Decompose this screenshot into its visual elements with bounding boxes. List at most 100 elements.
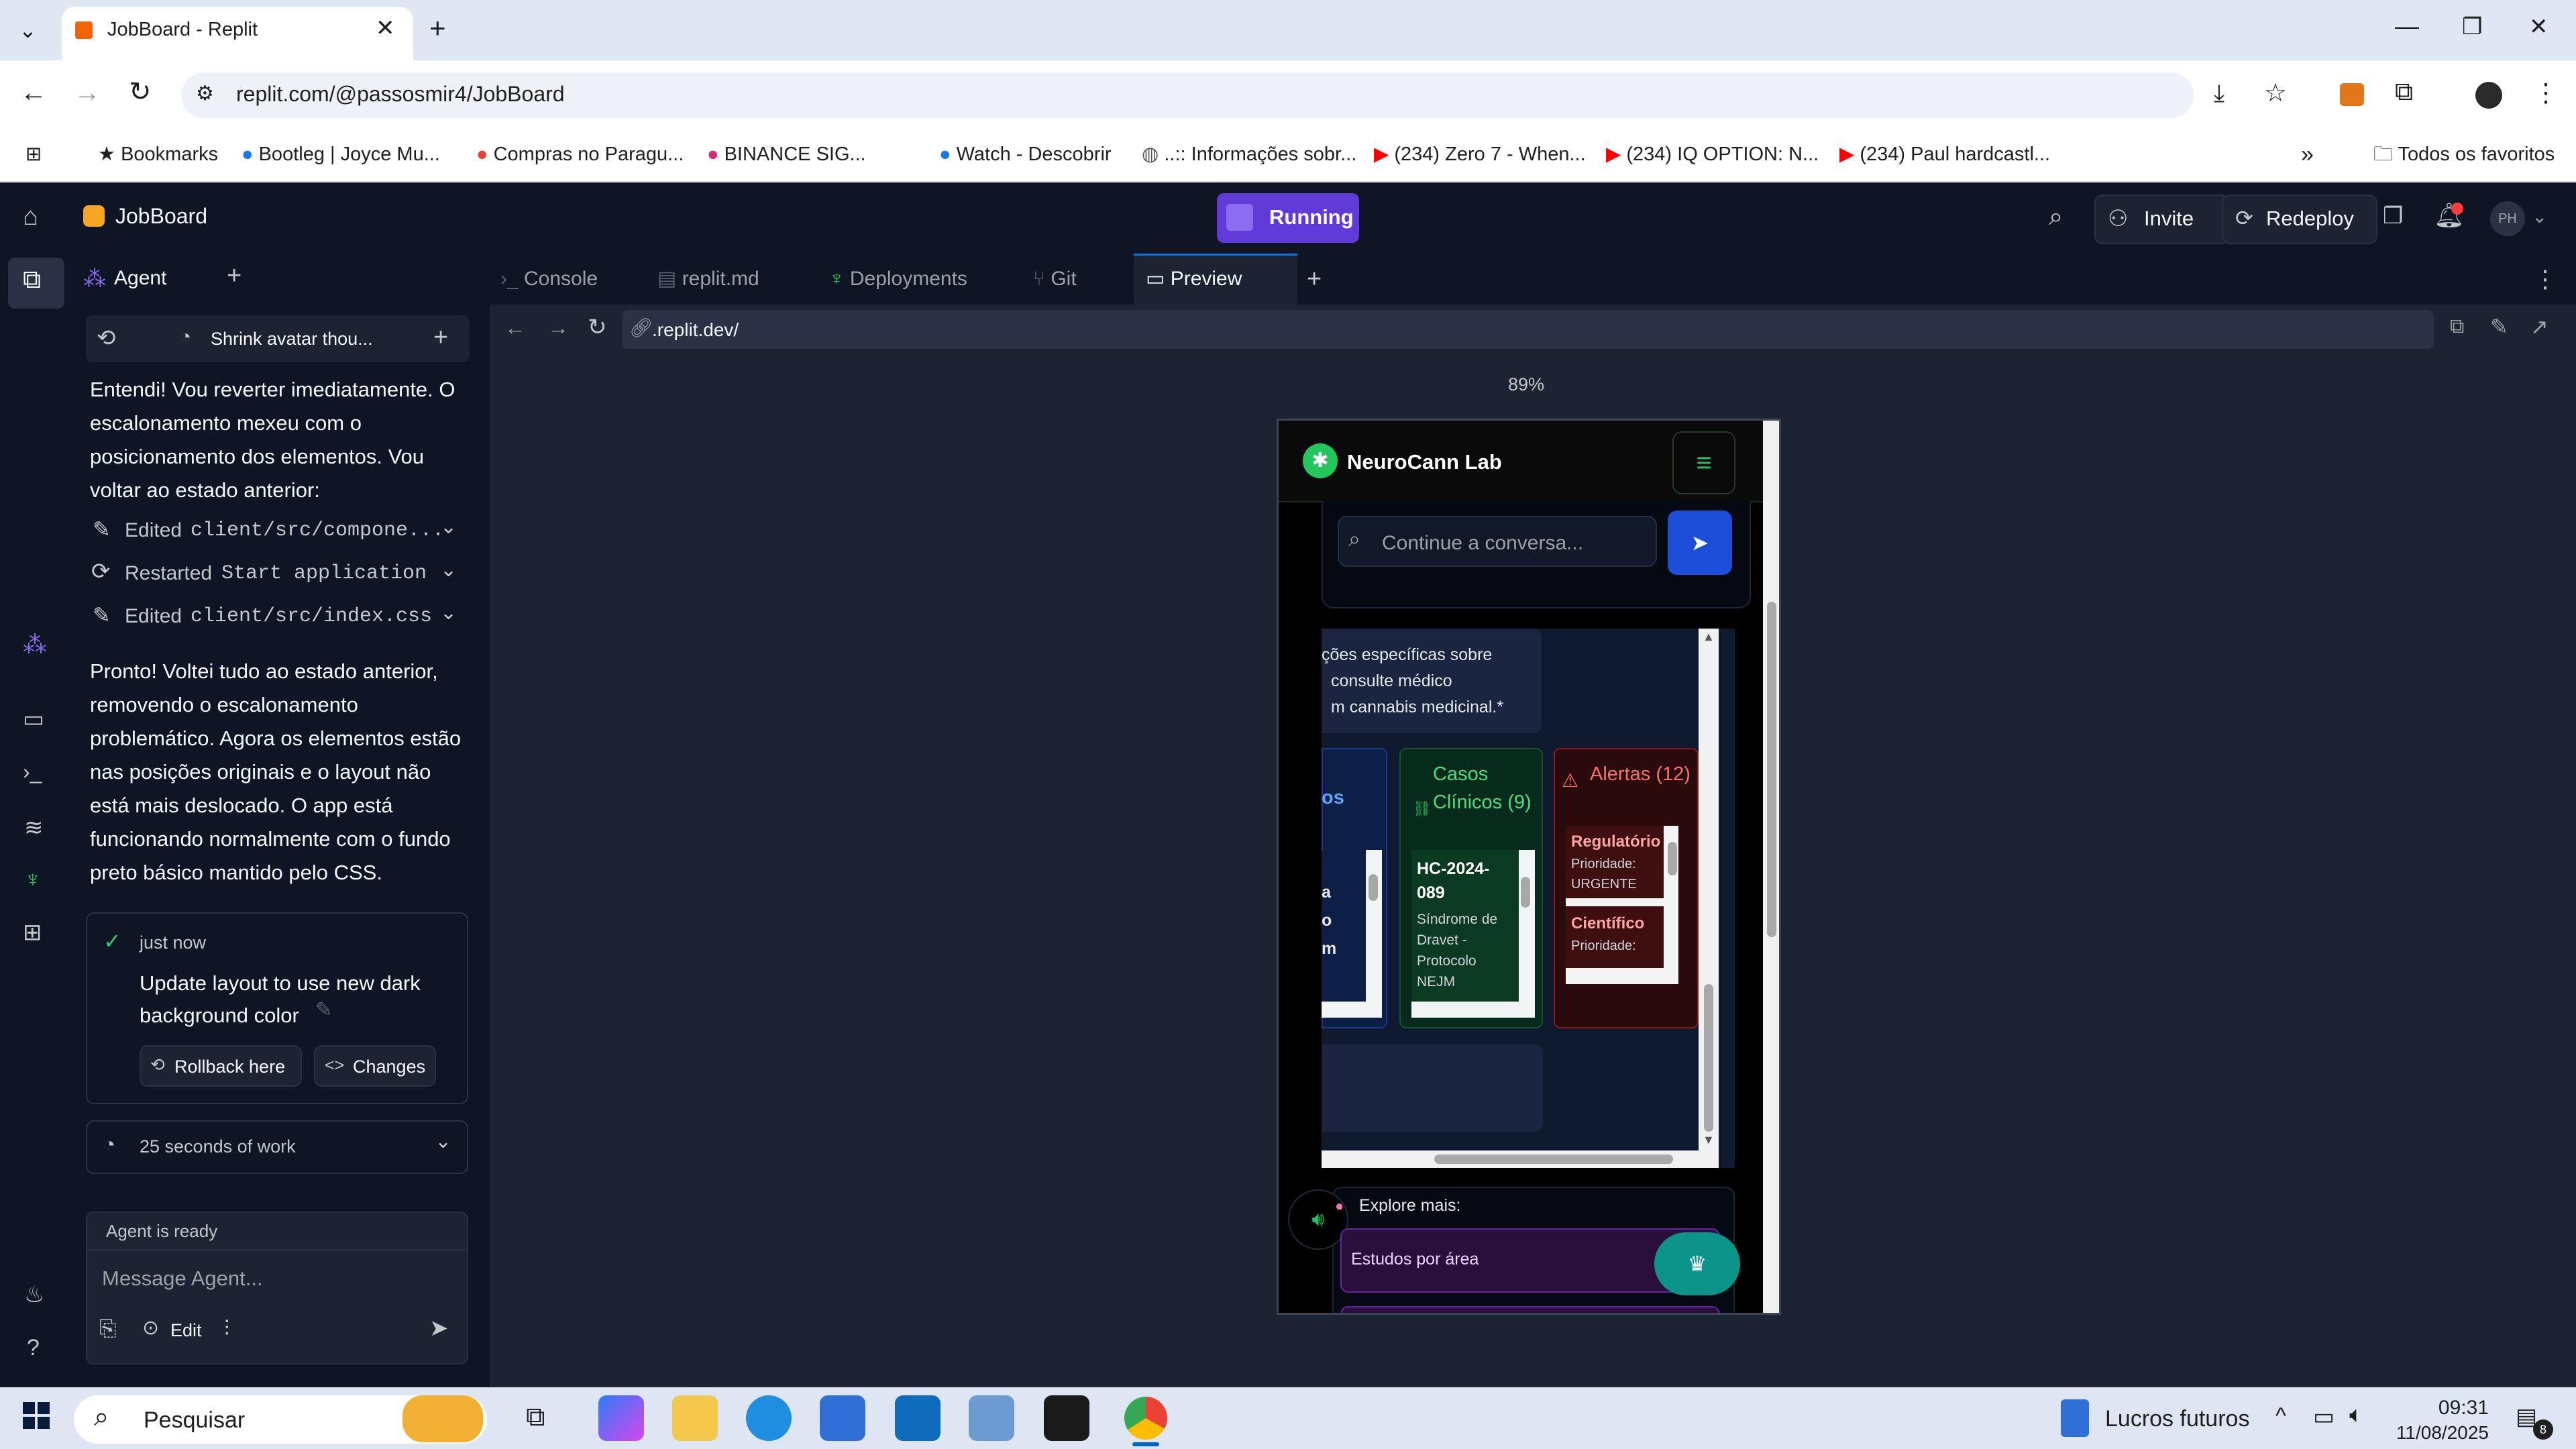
add-tab-icon[interactable]: + xyxy=(1307,254,1322,305)
new-thread-icon[interactable]: + xyxy=(433,323,448,352)
outlook-icon[interactable] xyxy=(895,1395,941,1441)
bookmark-item[interactable]: ● BINANCE SIG... xyxy=(707,127,866,181)
preview-url-text[interactable]: .replit.dev/ xyxy=(652,319,739,341)
taskbar-search-placeholder[interactable]: Pesquisar xyxy=(144,1407,245,1434)
history-icon[interactable]: ⟲ xyxy=(97,325,116,352)
project-name[interactable]: JobBoard xyxy=(115,204,207,229)
chrome-menu-icon[interactable]: ⋮ xyxy=(2533,78,2559,108)
all-tools-icon[interactable]: ⊞ xyxy=(23,919,42,946)
scroll-down-arrow-icon[interactable]: ▼ xyxy=(1703,1133,1715,1147)
action-row[interactable]: ⟳ Restarted Start application ⌄ xyxy=(90,555,466,592)
settings-sliders-icon[interactable]: ⫶ xyxy=(224,1316,229,1342)
agent-rail-icon[interactable]: ⁂ xyxy=(23,631,47,659)
invite-button[interactable]: ⚇ Invite xyxy=(2094,195,2229,244)
database-rail-icon[interactable]: ≋ xyxy=(24,814,44,841)
message-input[interactable]: Message Agent... xyxy=(102,1267,263,1291)
alerts-rail-icon[interactable]: ♨ xyxy=(24,1281,44,1308)
panel-vertical-thumb[interactable] xyxy=(1704,984,1713,1132)
search-icon[interactable]: ⌕ xyxy=(2049,203,2063,231)
scroll-up-arrow-icon[interactable]: ▲ xyxy=(1703,630,1715,644)
deployments-rail-icon[interactable]: ♆ xyxy=(24,867,42,893)
rollback-button[interactable]: ⟲ Rollback here xyxy=(140,1045,302,1087)
preview-url-bar[interactable] xyxy=(623,310,2434,349)
install-app-icon[interactable]: ⤓ xyxy=(2214,79,2224,108)
new-pane-tab-icon[interactable]: + xyxy=(227,262,241,290)
pane-menu-icon[interactable]: ⋮ xyxy=(2533,254,2557,305)
tab-replit-md[interactable]: ▤ replit.md xyxy=(657,254,759,305)
stocks-widget-icon[interactable] xyxy=(2061,1399,2089,1437)
back-icon[interactable]: ← xyxy=(20,78,47,108)
app-icon[interactable] xyxy=(969,1395,1014,1441)
profile-avatar-icon[interactable] xyxy=(2475,82,2502,109)
site-info-icon[interactable]: ⚙ xyxy=(196,82,214,105)
tab-deployments[interactable]: ♆ Deployments xyxy=(829,254,967,305)
devtools-wrench-icon[interactable]: ✎ xyxy=(2490,314,2508,339)
pencil-icon[interactable]: ✎ xyxy=(315,998,332,1022)
bookmark-star-icon[interactable]: ☆ xyxy=(2264,78,2287,108)
bookmark-item[interactable]: ★ Bookmarks xyxy=(98,127,218,181)
extensions-icon[interactable]: ⧉ xyxy=(2395,78,2413,107)
changes-button[interactable]: <> Changes xyxy=(314,1045,436,1087)
scrollbar-thumb[interactable] xyxy=(1668,842,1677,875)
run-button[interactable]: Running xyxy=(1217,193,1359,243)
preview-reload-icon[interactable]: ↻ xyxy=(588,314,607,341)
chat-placeholder[interactable]: Continue a conversa... xyxy=(1382,532,1583,555)
chrome-icon[interactable] xyxy=(1124,1397,1167,1440)
new-tab-icon[interactable]: + xyxy=(429,12,446,44)
home-icon[interactable]: ⌂ xyxy=(23,203,38,231)
edit-mode-label[interactable]: Edit xyxy=(170,1320,202,1341)
open-new-window-icon[interactable]: ↗ xyxy=(2530,314,2548,339)
all-bookmarks-folder[interactable]: 🗀 Todos os favoritos xyxy=(2373,127,2555,181)
console-rail-icon[interactable]: ›_ xyxy=(23,759,42,784)
stake-icon[interactable] xyxy=(1044,1395,1089,1441)
premium-crown-button[interactable]: ♛ xyxy=(1654,1232,1740,1295)
bookmark-item[interactable]: ◍ ..:: Informações sobr... xyxy=(1142,127,1356,181)
redeploy-button[interactable]: ⟳ Redeploy xyxy=(2222,195,2377,244)
widget-label[interactable]: Lucros futuros xyxy=(2105,1406,2249,1432)
multiplayer-icon[interactable]: ❐ xyxy=(2383,203,2403,229)
more-bookmarks-icon[interactable]: » xyxy=(2301,127,2314,181)
bookmark-item[interactable]: ● Compras no Paragu... xyxy=(476,127,684,181)
send-button[interactable]: ➤ xyxy=(1668,511,1732,575)
restore-icon[interactable]: ❐ xyxy=(2462,13,2482,40)
windows-start-icon[interactable] xyxy=(23,1402,50,1429)
clock-date[interactable]: 11/08/2025 xyxy=(2392,1422,2489,1444)
reload-icon[interactable]: ↻ xyxy=(129,76,152,107)
minimize-icon[interactable]: — xyxy=(2395,12,2419,40)
explore-item[interactable] xyxy=(1340,1306,1720,1313)
file-explorer-icon[interactable] xyxy=(672,1395,718,1441)
panel-horizontal-thumb[interactable] xyxy=(1434,1155,1673,1164)
action-row[interactable]: ✎ Edited client/src/index.css ⌄ xyxy=(90,598,466,635)
volume-icon[interactable]: 🔈︎ xyxy=(2349,1402,2363,1428)
copilot-icon[interactable] xyxy=(598,1395,644,1441)
bookmark-item[interactable]: ▶ (234) IQ OPTION: N... xyxy=(1606,127,1819,181)
thread-title[interactable]: Shrink avatar thou... xyxy=(211,329,373,350)
hamburger-menu-icon[interactable]: ≡ xyxy=(1672,431,1735,494)
send-icon[interactable]: ➤ xyxy=(429,1315,449,1342)
task-view-icon[interactable]: ⧉ xyxy=(526,1402,545,1432)
scrollbar-thumb[interactable] xyxy=(1521,877,1530,908)
help-icon[interactable]: ? xyxy=(27,1335,40,1361)
page-vertical-thumb[interactable] xyxy=(1767,602,1776,937)
apps-grid-icon[interactable]: ⊞ xyxy=(25,127,42,181)
metamask-extension-icon[interactable] xyxy=(2340,83,2364,106)
url-text[interactable]: replit.com/@passosmir4/JobBoard xyxy=(236,82,565,107)
preview-back-icon[interactable]: ← xyxy=(504,315,526,340)
chevron-down-icon[interactable]: ⌄ xyxy=(2532,205,2547,227)
edit-mode-icon[interactable]: ⊙ xyxy=(142,1316,159,1340)
microsoft-store-icon[interactable] xyxy=(820,1395,865,1441)
scrollbar-thumb[interactable] xyxy=(1368,874,1378,901)
forward-icon[interactable]: → xyxy=(74,78,101,108)
clock-time[interactable]: 09:31 xyxy=(2415,1397,2489,1419)
bookmark-item[interactable]: ● Watch - Descobrir xyxy=(939,127,1112,181)
attach-icon[interactable]: ⎘ xyxy=(99,1316,117,1342)
bookmark-item[interactable]: ▶ (234) Zero 7 - When... xyxy=(1374,127,1586,181)
tray-chevron-icon[interactable]: ^ xyxy=(2275,1403,2286,1430)
network-icon[interactable]: ▭ xyxy=(2313,1403,2334,1430)
tab-preview-content[interactable]: ▭ Preview xyxy=(1146,254,1242,305)
bookmark-item[interactable]: ▶ (234) Paul hardcastl... xyxy=(1839,127,2050,181)
edge-icon[interactable] xyxy=(746,1395,792,1441)
close-window-icon[interactable]: ✕ xyxy=(2529,13,2548,40)
agent-tab-label[interactable]: Agent xyxy=(114,267,166,290)
tab-close-icon[interactable]: ✕ xyxy=(376,15,395,42)
